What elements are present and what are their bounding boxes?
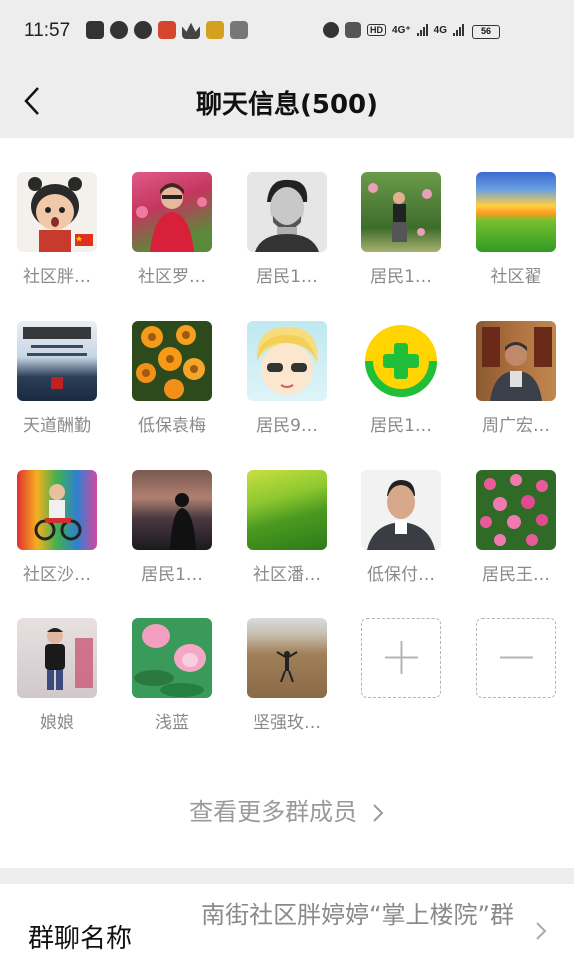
- member-name: 社区沙…: [23, 565, 91, 585]
- member-item[interactable]: 浅蓝: [122, 618, 222, 733]
- add-member-button[interactable]: [351, 618, 451, 698]
- chat-app-icon: [110, 21, 128, 39]
- member-item[interactable]: 坚强玫…: [237, 618, 337, 733]
- avatar: [17, 172, 97, 252]
- member-item[interactable]: 社区潘…: [237, 470, 337, 585]
- status-bar: 11:57 HD 4G⁺ 4G 56: [0, 0, 574, 64]
- member-item[interactable]: 天道酬勤: [7, 321, 107, 436]
- member-item[interactable]: 娘娘: [7, 618, 107, 733]
- avatar: [476, 321, 556, 401]
- member-item[interactable]: 居民1…: [351, 172, 451, 287]
- avatar: [476, 172, 556, 252]
- member-item[interactable]: 居民王…: [466, 470, 566, 585]
- member-item[interactable]: 居民1…: [351, 321, 451, 436]
- member-name: 周广宏…: [482, 416, 550, 436]
- member-item[interactable]: 社区胖…: [7, 172, 107, 287]
- member-item[interactable]: 社区翟: [466, 172, 566, 287]
- avatar: [361, 321, 441, 401]
- member-item[interactable]: 居民1…: [237, 172, 337, 287]
- member-name: 居民1…: [370, 267, 432, 287]
- app-notification-icon: [158, 21, 176, 39]
- view-more-label: 查看更多群成员: [189, 798, 358, 826]
- signal-bars-icon: [416, 24, 428, 36]
- member-name: 居民1…: [370, 416, 432, 436]
- section-divider: [0, 868, 574, 884]
- member-item[interactable]: 周广宏…: [466, 321, 566, 436]
- notification-icons: [86, 21, 248, 39]
- game-app-icon: [206, 21, 224, 39]
- page-title: 聊天信息(500): [195, 90, 379, 120]
- avatar: [247, 470, 327, 550]
- add-member-tile[interactable]: [361, 618, 441, 698]
- crown-icon: [182, 22, 200, 39]
- member-item[interactable]: 社区沙…: [7, 470, 107, 585]
- group-name-value: 南街社区胖婷婷“掌上楼院”群: [201, 901, 514, 929]
- telegram-icon: [86, 21, 104, 39]
- member-name: 社区胖…: [23, 267, 91, 287]
- member-name: 居民9…: [256, 416, 318, 436]
- group-name-label: 群聊名称: [28, 924, 133, 954]
- avatar: [361, 470, 441, 550]
- member-item[interactable]: 低保袁梅: [122, 321, 222, 436]
- group-name-row[interactable]: 群聊名称 南街社区胖婷婷“掌上楼院”群: [0, 884, 574, 959]
- nav-header: 聊天信息(500): [0, 64, 574, 138]
- member-name: 居民1…: [256, 267, 318, 287]
- signal-4g-plus-icon: 4G⁺: [392, 24, 411, 36]
- signal-bars-2-icon: [453, 24, 464, 36]
- signal-4g-icon: 4G: [433, 24, 447, 36]
- minus-icon: [499, 656, 533, 659]
- avatar: [247, 172, 327, 252]
- member-name: 天道酬勤: [23, 416, 91, 436]
- avatar: [17, 321, 97, 401]
- view-more-members-link[interactable]: 查看更多群成员: [0, 792, 574, 827]
- member-name: 低保袁梅: [138, 416, 206, 436]
- member-item[interactable]: 低保付…: [351, 470, 451, 585]
- member-item[interactable]: 居民1…: [122, 470, 222, 585]
- avatar: [132, 470, 212, 550]
- member-name: 浅蓝: [155, 713, 189, 733]
- avatar: [247, 618, 327, 698]
- chevron-right-icon: [373, 804, 384, 822]
- vibrate-icon: [345, 22, 362, 38]
- member-name: 社区翟: [490, 267, 542, 287]
- status-time: 11:57: [24, 20, 71, 41]
- avatar: [17, 470, 97, 550]
- avatar: [132, 321, 212, 401]
- avatar: [361, 172, 441, 252]
- video-app-icon: [230, 21, 248, 39]
- member-name: 居民王…: [482, 565, 550, 585]
- plus-icon: [384, 641, 418, 674]
- remove-member-button[interactable]: [466, 618, 566, 698]
- compass-icon: [134, 21, 152, 39]
- members-grid: 社区胖… 社区罗… 居民1… 居民1… 社区翟 天道酬勤 低保袁梅 居民9… 居…: [0, 138, 574, 868]
- avatar: [247, 321, 327, 401]
- member-item[interactable]: 居民9…: [237, 321, 337, 436]
- avatar: [17, 618, 97, 698]
- remove-member-tile[interactable]: [476, 618, 556, 698]
- member-name: 低保付…: [367, 565, 435, 585]
- member-name: 娘娘: [40, 713, 74, 733]
- alarm-icon: [323, 22, 340, 38]
- avatar: [132, 618, 212, 698]
- battery-icon: 56: [472, 25, 500, 39]
- chevron-right-icon: [536, 922, 547, 940]
- member-item[interactable]: 社区罗…: [122, 172, 222, 287]
- avatar: [132, 172, 212, 252]
- member-name: 居民1…: [141, 565, 203, 585]
- member-name: 社区罗…: [138, 267, 206, 287]
- avatar: [476, 470, 556, 550]
- hd-icon: HD: [367, 24, 387, 36]
- member-name: 社区潘…: [253, 565, 321, 585]
- member-name: 坚强玫…: [253, 713, 321, 733]
